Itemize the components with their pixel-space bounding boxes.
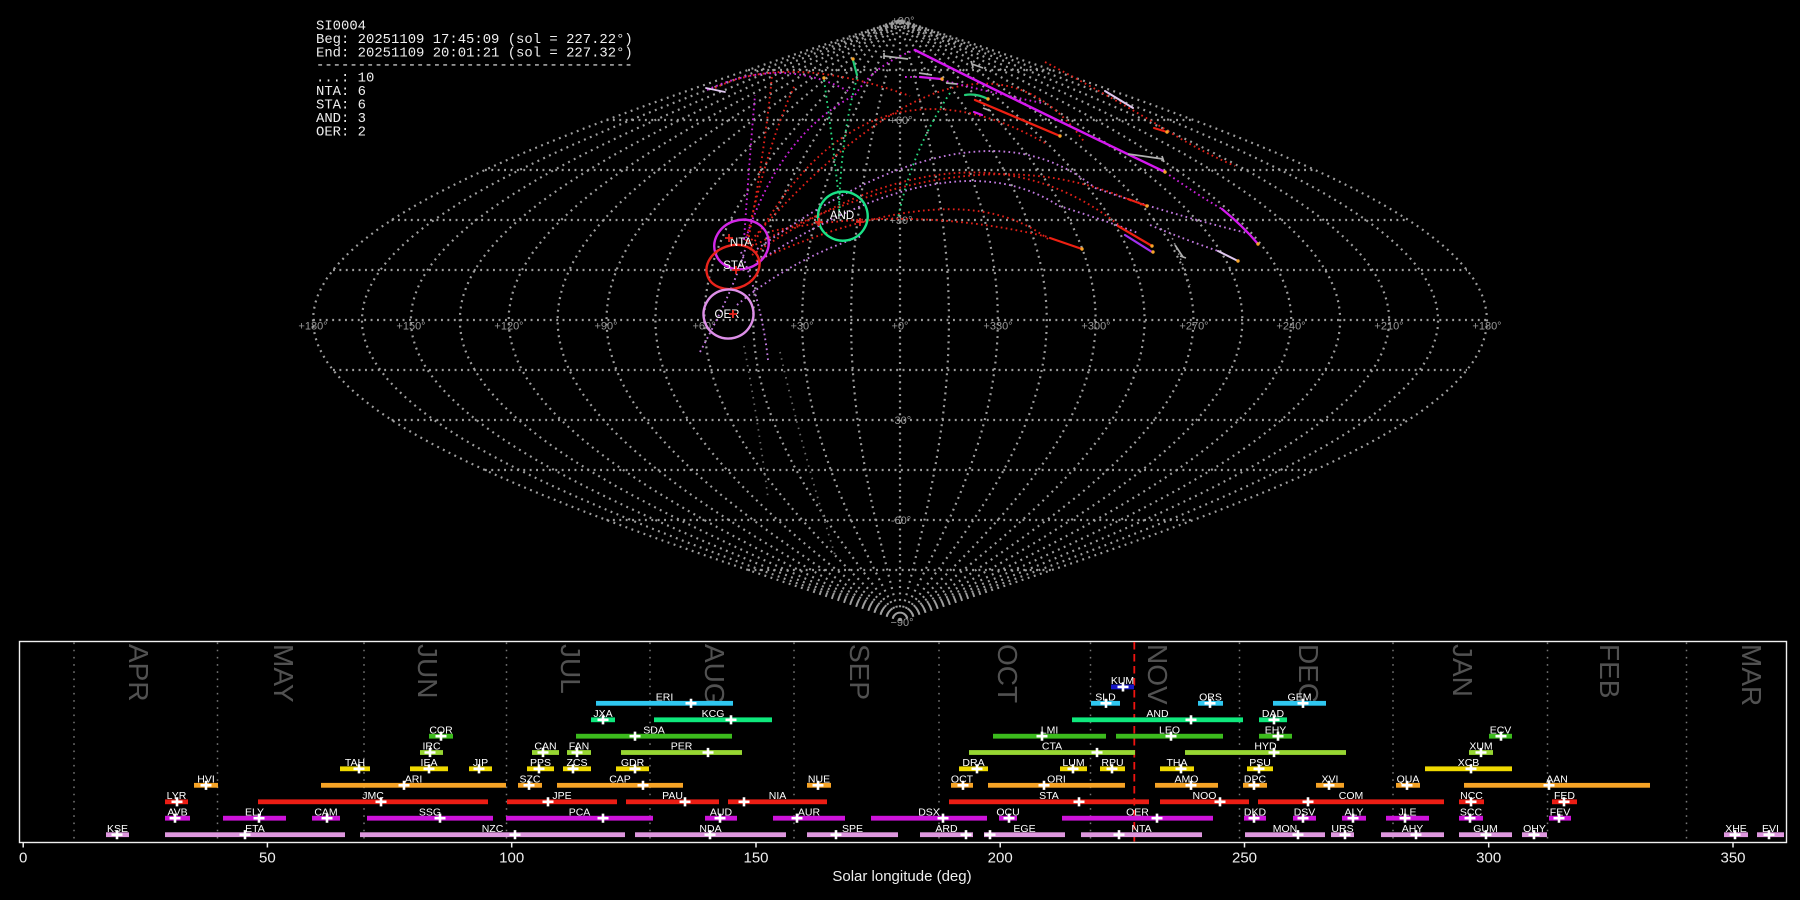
svg-text:AHY: AHY: [1402, 823, 1424, 835]
svg-text:+60°: +60°: [889, 115, 912, 127]
svg-text:IRC: IRC: [422, 741, 441, 753]
svg-text:OER: OER: [1126, 806, 1149, 818]
svg-text:THA: THA: [1167, 757, 1188, 769]
svg-text:NOV: NOV: [1142, 644, 1173, 705]
svg-text:-60°: -60°: [891, 515, 911, 527]
svg-text:PPS: PPS: [530, 757, 551, 769]
svg-text:OER: OER: [715, 309, 740, 321]
svg-text:JUN: JUN: [412, 644, 443, 698]
svg-text:−90°: −90°: [890, 617, 913, 629]
svg-text:OER: 2: OER: 2: [316, 125, 366, 141]
svg-text:AUR: AUR: [798, 806, 821, 818]
svg-text:+210°: +210°: [1374, 321, 1403, 333]
svg-text:SDA: SDA: [643, 724, 665, 736]
svg-text:JPE: JPE: [552, 790, 571, 802]
svg-text:FEB: FEB: [1594, 644, 1625, 698]
svg-text:DSV: DSV: [1294, 806, 1316, 818]
svg-text:EGE: EGE: [1013, 823, 1035, 835]
svg-text:PER: PER: [671, 741, 693, 753]
svg-text:MAY: MAY: [268, 644, 299, 703]
svg-text:XCB: XCB: [1458, 757, 1480, 769]
svg-text:+270°: +270°: [1179, 321, 1208, 333]
svg-text:NIA: NIA: [769, 790, 787, 802]
svg-text:KCG: KCG: [702, 708, 725, 720]
svg-text:AUG: AUG: [699, 644, 730, 705]
svg-text:DRA: DRA: [962, 757, 984, 769]
svg-text:DSX: DSX: [918, 806, 940, 818]
svg-text:SEP: SEP: [844, 644, 875, 700]
svg-text:FAN: FAN: [569, 741, 589, 753]
svg-text:+330°: +330°: [983, 321, 1012, 333]
svg-text:350: 350: [1720, 850, 1745, 867]
svg-text:NTA: NTA: [1131, 823, 1151, 835]
svg-text:+150°: +150°: [396, 321, 425, 333]
svg-text:JAN: JAN: [1447, 644, 1478, 697]
svg-text:ZCS: ZCS: [567, 757, 588, 769]
svg-text:AVB: AVB: [167, 806, 187, 818]
svg-text:200: 200: [988, 850, 1013, 867]
svg-text:+30°: +30°: [889, 215, 912, 227]
svg-text:+300°: +300°: [1081, 321, 1110, 333]
svg-text:STA: STA: [1039, 790, 1059, 802]
svg-text:SPE: SPE: [842, 823, 863, 835]
svg-text:ARD: ARD: [935, 823, 958, 835]
svg-text:+240°: +240°: [1276, 321, 1305, 333]
svg-text:GDR: GDR: [621, 757, 645, 769]
svg-text:150: 150: [743, 850, 768, 867]
svg-text:+30°: +30°: [790, 321, 813, 333]
svg-text:+180°: +180°: [1472, 321, 1501, 333]
svg-text:NZC: NZC: [482, 823, 504, 835]
svg-text:0: 0: [19, 850, 27, 867]
svg-text:MAR: MAR: [1736, 644, 1767, 706]
svg-text:CAN: CAN: [534, 741, 556, 753]
svg-text:+120°: +120°: [494, 321, 523, 333]
svg-text:JLE: JLE: [1398, 806, 1416, 818]
svg-text:ELY: ELY: [245, 806, 264, 818]
svg-text:CTA: CTA: [1042, 741, 1062, 753]
svg-text:+90°: +90°: [594, 321, 617, 333]
svg-text:100: 100: [499, 850, 524, 867]
svg-text:ORI: ORI: [1047, 774, 1066, 786]
svg-text:LEO: LEO: [1159, 724, 1180, 736]
svg-text:300: 300: [1476, 850, 1501, 867]
svg-text:PCA: PCA: [569, 806, 591, 818]
svg-text:250: 250: [1232, 850, 1257, 867]
svg-text:-30°: -30°: [891, 415, 911, 427]
svg-text:Solar longitude (deg): Solar longitude (deg): [832, 868, 971, 885]
svg-text:AND: AND: [830, 210, 854, 222]
svg-text:EVI: EVI: [1762, 823, 1779, 835]
svg-text:+180°: +180°: [298, 321, 327, 333]
svg-text:TAH: TAH: [345, 757, 365, 769]
svg-text:URS: URS: [1331, 823, 1353, 835]
svg-text:ETA: ETA: [245, 823, 265, 835]
svg-text:+90°: +90°: [891, 16, 914, 28]
svg-text:50: 50: [259, 850, 276, 867]
svg-text:APR: APR: [123, 644, 154, 702]
svg-text:GEM: GEM: [1288, 692, 1312, 704]
svg-text:NTA: NTA: [730, 237, 752, 249]
svg-text:ERI: ERI: [656, 692, 674, 704]
svg-text:COM: COM: [1339, 790, 1364, 802]
svg-text:AMO: AMO: [1175, 774, 1199, 786]
svg-text:SSG: SSG: [419, 806, 441, 818]
svg-text:NOO: NOO: [1193, 790, 1217, 802]
svg-text:LMI: LMI: [1041, 724, 1059, 736]
svg-text:CAP: CAP: [609, 774, 631, 786]
svg-text:+0°: +0°: [892, 321, 909, 333]
svg-text:AND: AND: [1146, 708, 1169, 720]
svg-text:JUL: JUL: [555, 644, 586, 694]
svg-text:PAU: PAU: [662, 790, 683, 802]
svg-text:ARI: ARI: [405, 774, 423, 786]
svg-text:EHY: EHY: [1265, 724, 1287, 736]
svg-text:JIP: JIP: [473, 757, 488, 769]
svg-text:OCT: OCT: [992, 644, 1023, 703]
svg-text:MON: MON: [1273, 823, 1298, 835]
